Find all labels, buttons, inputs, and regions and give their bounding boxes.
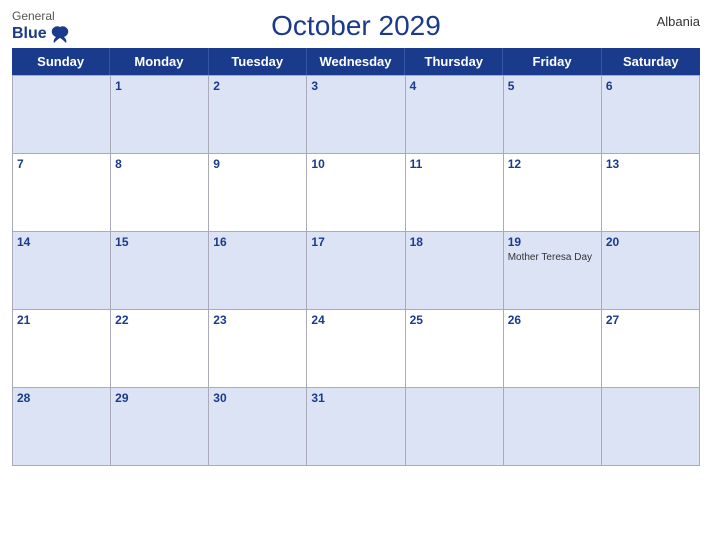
- calendar-cell: 10: [307, 154, 405, 232]
- week-row-2: 14 15 16 17 18 19 Mother Teresa Day 20: [13, 232, 700, 310]
- calendar-cell: 11: [406, 154, 504, 232]
- day-header-sunday: Sunday: [12, 48, 110, 75]
- calendar-cell: 7: [13, 154, 111, 232]
- cell-number: 27: [606, 313, 695, 327]
- cell-number: 25: [410, 313, 499, 327]
- cell-number: 30: [213, 391, 302, 405]
- cell-number: 28: [17, 391, 106, 405]
- calendar-cell: 6: [602, 76, 700, 154]
- cell-number: 8: [115, 157, 204, 171]
- calendar-cell: 16: [209, 232, 307, 310]
- calendar-cell: 21: [13, 310, 111, 388]
- week-row-1: 789 10 11 12 13: [13, 154, 700, 232]
- cell-number: 21: [17, 313, 106, 327]
- day-header-friday: Friday: [503, 48, 601, 75]
- calendar-cell: 24: [307, 310, 405, 388]
- calendar-cell: 14: [13, 232, 111, 310]
- header-row: General Blue October 2029 Albania: [12, 10, 700, 42]
- cell-number: 17: [311, 235, 400, 249]
- week-row-0: 123456: [13, 76, 700, 154]
- cell-event: Mother Teresa Day: [508, 251, 597, 264]
- week-row-4: 28 29 30 31: [13, 388, 700, 466]
- calendar-cell: 19 Mother Teresa Day: [504, 232, 602, 310]
- calendar-cell: 15: [111, 232, 209, 310]
- cell-number: 12: [508, 157, 597, 171]
- calendar-title: October 2029: [271, 10, 441, 42]
- logo-area: General Blue: [12, 10, 71, 45]
- cell-number: 6: [606, 79, 695, 93]
- calendar-cell: 5: [504, 76, 602, 154]
- calendar-cell: 12: [504, 154, 602, 232]
- calendar-cell: 2: [209, 76, 307, 154]
- calendar-container: General Blue October 2029 Albania Sunday…: [0, 0, 712, 550]
- calendar-cell: 23: [209, 310, 307, 388]
- days-header: SundayMondayTuesdayWednesdayThursdayFrid…: [12, 48, 700, 75]
- calendar-cell: [406, 388, 504, 466]
- calendar-cell: 29: [111, 388, 209, 466]
- logo-blue: Blue: [12, 25, 47, 43]
- logo-general: General: [12, 10, 55, 23]
- cell-number: 5: [508, 79, 597, 93]
- calendar-cell: 17: [307, 232, 405, 310]
- cell-number: 15: [115, 235, 204, 249]
- cell-number: 14: [17, 235, 106, 249]
- cell-number: 26: [508, 313, 597, 327]
- cell-number: 3: [311, 79, 400, 93]
- day-header-monday: Monday: [110, 48, 208, 75]
- cell-number: 31: [311, 391, 400, 405]
- cell-number: 29: [115, 391, 204, 405]
- cell-number: 9: [213, 157, 302, 171]
- calendar-cell: 3: [307, 76, 405, 154]
- weeks-container: 12345678910111213141516171819Mother Tere…: [12, 75, 700, 466]
- calendar-cell: 28: [13, 388, 111, 466]
- cell-number: 1: [115, 79, 204, 93]
- country-label: Albania: [657, 14, 700, 29]
- day-header-wednesday: Wednesday: [307, 48, 405, 75]
- calendar-cell: 1: [111, 76, 209, 154]
- day-header-saturday: Saturday: [602, 48, 700, 75]
- day-header-tuesday: Tuesday: [209, 48, 307, 75]
- calendar-cell: 18: [406, 232, 504, 310]
- calendar-cell: 26: [504, 310, 602, 388]
- calendar-cell: 30: [209, 388, 307, 466]
- calendar-cell: 31: [307, 388, 405, 466]
- cell-number: 2: [213, 79, 302, 93]
- cell-number: 20: [606, 235, 695, 249]
- calendar-cell: 27: [602, 310, 700, 388]
- calendar-cell: [504, 388, 602, 466]
- calendar-cell: 13: [602, 154, 700, 232]
- calendar-cell: [13, 76, 111, 154]
- cell-number: 4: [410, 79, 499, 93]
- cell-number: 18: [410, 235, 499, 249]
- calendar-cell: 9: [209, 154, 307, 232]
- day-header-thursday: Thursday: [405, 48, 503, 75]
- week-row-3: 21 22 23 24 25 26 27: [13, 310, 700, 388]
- calendar-cell: [602, 388, 700, 466]
- cell-number: 24: [311, 313, 400, 327]
- cell-number: 19: [508, 235, 597, 249]
- calendar-cell: 8: [111, 154, 209, 232]
- cell-number: 13: [606, 157, 695, 171]
- cell-number: 23: [213, 313, 302, 327]
- cell-number: 22: [115, 313, 204, 327]
- bird-icon: [49, 23, 71, 45]
- cell-number: 11: [410, 157, 499, 171]
- calendar-cell: 4: [406, 76, 504, 154]
- cell-number: 10: [311, 157, 400, 171]
- calendar-cell: 25: [406, 310, 504, 388]
- calendar-cell: 20: [602, 232, 700, 310]
- calendar-cell: 22: [111, 310, 209, 388]
- cell-number: 7: [17, 157, 106, 171]
- cell-number: 16: [213, 235, 302, 249]
